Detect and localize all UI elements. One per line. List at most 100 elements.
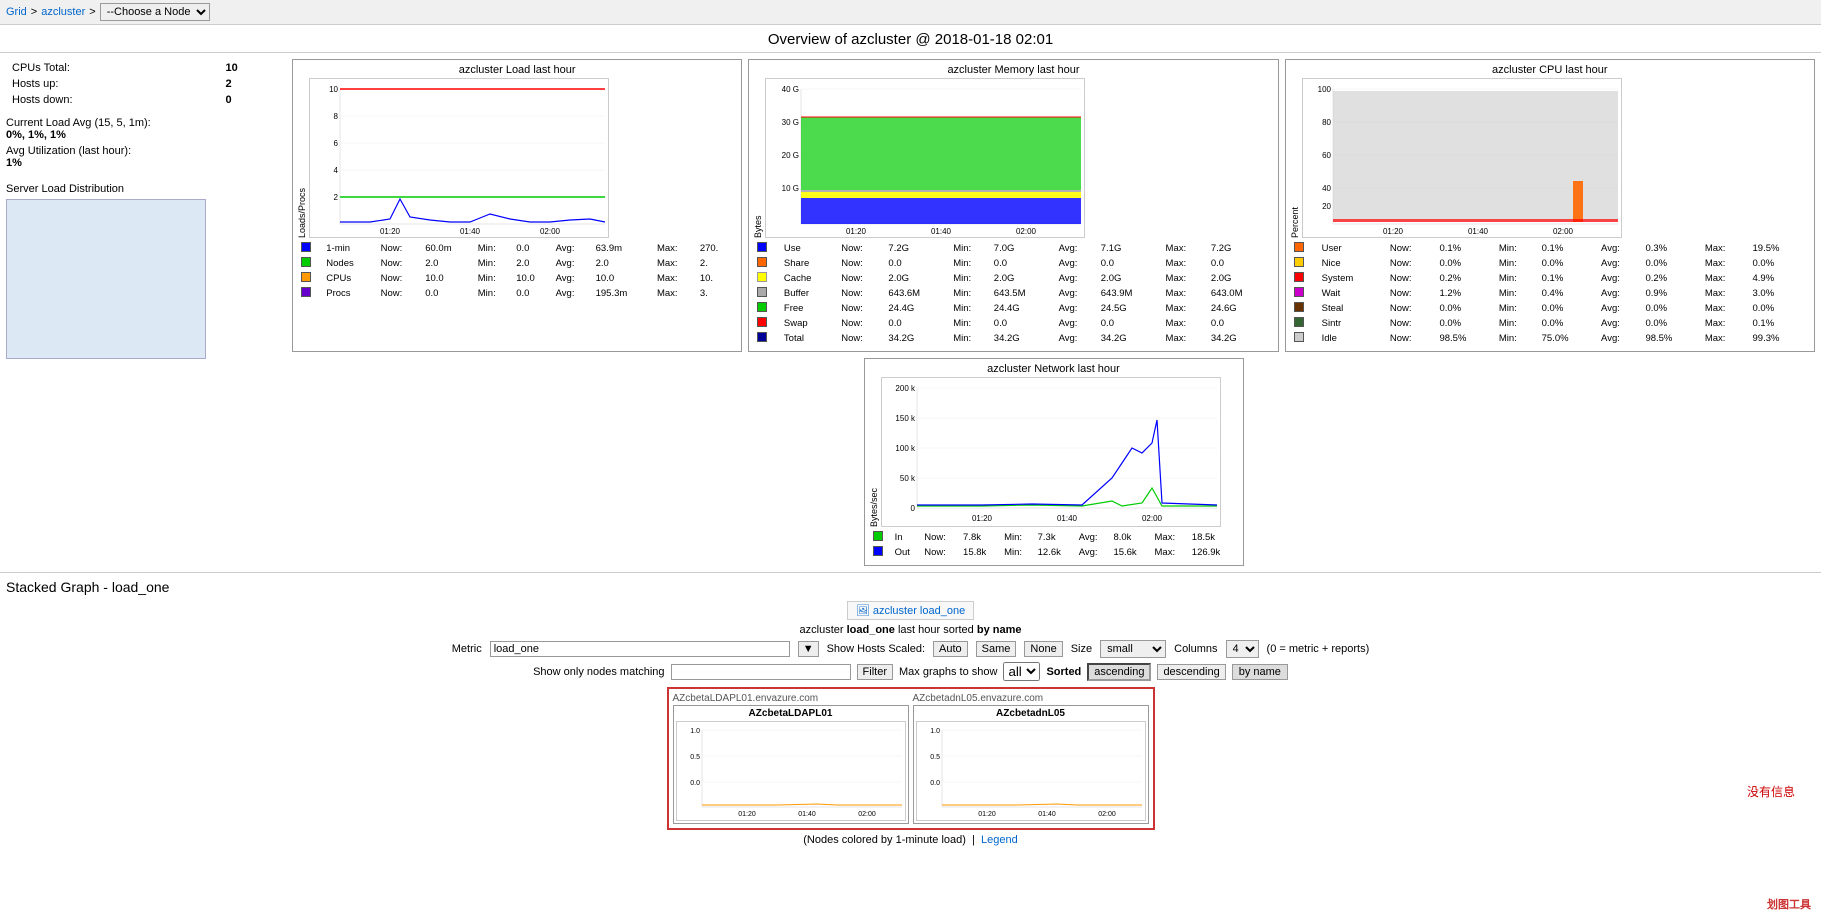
scale-same-btn[interactable]: Same [976,641,1017,657]
load-chart-content: Loads/Procs 10 8 6 [297,78,737,238]
avg-util-value: 1% [6,157,286,169]
load-section: Current Load Avg (15, 5, 1m): 0%, 1%, 1%… [6,117,286,169]
svg-text:0.5: 0.5 [930,754,940,761]
svg-text:01:20: 01:20 [971,514,992,523]
stacked-img-row: 🖼 azcluster load_one [6,601,1815,620]
svg-text:01:40: 01:40 [460,227,481,236]
scale-auto-btn[interactable]: Auto [933,641,968,657]
node-graph-item-1: AZcbetaLDAPL01.envazure.com AZcbetaLDAPL… [673,693,909,824]
charts-row-top: azcluster Load last hour Loads/Procs [292,59,1815,352]
node-2-host-label: AZcbetadnL05.envazure.com [913,693,1149,704]
filter-input[interactable] [671,664,851,680]
show-hosts-label: Show Hosts Scaled: [827,643,925,655]
nav-separator: > [31,6,37,18]
nav-grid-link[interactable]: Grid [6,6,27,18]
svg-text:01:20: 01:20 [738,811,756,818]
svg-text:02:00: 02:00 [540,227,561,236]
network-chart-title: azcluster Network last hour [869,363,1239,375]
hosts-up-row: Hosts up: 2 [8,77,284,91]
memory-y-label: Bytes [753,78,763,238]
svg-text:02:00: 02:00 [1553,227,1574,236]
memory-chart-box: azcluster Memory last hour Bytes 40 G 30… [748,59,1278,352]
left-panel: CPUs Total: 10 Hosts up: 2 Hosts down: 0… [6,59,286,566]
columns-label: Columns [1174,643,1217,655]
svg-text:20 G: 20 G [782,151,799,160]
load-chart-title: azcluster Load last hour [297,64,737,76]
svg-text:60: 60 [1322,151,1331,160]
load-chart-box: azcluster Load last hour Loads/Procs [292,59,742,352]
memory-legend: UseNow:7.2GMin:7.0GAvg:7.1GMax:7.2G Shar… [753,240,1273,347]
max-graphs-select[interactable]: all102050 [1003,662,1040,681]
network-chart-box: azcluster Network last hour Bytes/sec 20… [864,358,1244,566]
size-select[interactable]: smallmediumlarge [1100,640,1166,658]
columns-select[interactable]: 43210 [1226,640,1259,658]
by-name-btn[interactable]: by name [1232,664,1288,680]
avg-util-label: Avg Utilization (last hour): [6,145,286,157]
network-legend: InNow:7.8kMin:7.3kAvg:8.0kMax:18.5k OutN… [869,529,1239,561]
svg-text:02:00: 02:00 [1141,514,1162,523]
stacked-title: Stacked Graph - load_one [6,579,1815,595]
svg-text:02:00: 02:00 [858,811,876,818]
legend-link[interactable]: Legend [981,834,1018,846]
network-chart-svg: 200 k 150 k 100 k 50 k 0 01:20 01:40 02:… [881,377,1221,527]
svg-text:01:40: 01:40 [1038,811,1056,818]
svg-text:1.0: 1.0 [930,728,940,735]
hosts-up-value: 2 [222,77,285,91]
no-info-text: 没有信息 [1747,783,1795,800]
descending-btn[interactable]: descending [1157,664,1225,680]
svg-text:0.5: 0.5 [690,754,700,761]
hosts-down-row: Hosts down: 0 [8,93,284,107]
scale-none-btn[interactable]: None [1024,641,1062,657]
cluster-info-table: CPUs Total: 10 Hosts up: 2 Hosts down: 0 [6,59,286,109]
bottom-section: Stacked Graph - load_one 🖼 azcluster loa… [0,572,1821,852]
cpu-chart-content: Percent 100 80 60 40 20 [1290,78,1810,238]
subtitle-post: last hour sorted by name [898,624,1022,636]
charts-area: azcluster Load last hour Loads/Procs [292,59,1815,566]
network-y-label: Bytes/sec [869,377,879,527]
main-layout: CPUs Total: 10 Hosts up: 2 Hosts down: 0… [0,53,1821,572]
memory-chart-svg: 40 G 30 G 20 G 10 G 01:20 01:40 02:00 [765,78,1085,238]
subtitle-metric: load_one [847,624,895,636]
svg-text:8: 8 [334,112,339,121]
svg-text:30 G: 30 G [782,118,799,127]
stacked-img-link[interactable]: 🖼 azcluster load_one [847,601,974,620]
svg-text:0.0: 0.0 [690,780,700,787]
svg-text:01:40: 01:40 [1468,227,1489,236]
memory-chart-content: Bytes 40 G 30 G 20 G 10 G [753,78,1273,238]
svg-text:50 k: 50 k [899,474,915,483]
nav-separator2: > [89,6,95,18]
filter-button[interactable]: Filter [857,664,893,680]
metric-input[interactable] [490,641,790,657]
svg-text:01:20: 01:20 [1383,227,1404,236]
node-1-graph-box: AZcbetaLDAPL01 1.0 0.5 0.0 01:20 01:40 [673,705,909,824]
stacked-img-label: azcluster load_one [873,605,965,617]
cluster-info: CPUs Total: 10 Hosts up: 2 Hosts down: 0 [6,59,286,109]
server-load-map [6,199,206,359]
cpus-total-value: 10 [222,61,285,75]
svg-text:6: 6 [334,139,339,148]
metric-dropdown-icon[interactable]: ▼ [798,641,819,657]
load-legend: 1-minNow:60.0mMin:0.0Avg:63.9mMax:270. N… [297,240,737,302]
stacked-img-icon: 🖼 [856,605,870,617]
node-1-title: AZcbetaLDAPL01 [676,708,906,719]
ascending-btn[interactable]: ascending [1087,663,1151,681]
node-select[interactable]: --Choose a Node [100,3,210,21]
hosts-down-value: 0 [222,93,285,107]
svg-text:01:20: 01:20 [380,227,401,236]
cpu-chart-svg: 100 80 60 40 20 01:20 01:40 02:00 [1302,78,1622,238]
svg-text:0: 0 [910,504,915,513]
node-graphs-border: AZcbetaLDAPL01.envazure.com AZcbetaLDAPL… [667,687,1155,830]
cpu-legend: UserNow:0.1%Min:0.1%Avg:0.3%Max:19.5% Ni… [1290,240,1810,347]
page-title: Overview of azcluster @ 2018-01-18 02:01 [0,25,1821,53]
svg-text:100: 100 [1317,85,1331,94]
nav-cluster-link[interactable]: azcluster [41,6,85,18]
svg-text:01:40: 01:40 [798,811,816,818]
footer-text: (Nodes colored by 1-minute load) [803,834,966,846]
cpus-total-label: CPUs Total: [8,61,220,75]
node-graphs-container: AZcbetaLDAPL01.envazure.com AZcbetaLDAPL… [6,687,1815,830]
metric-label: Metric [452,643,482,655]
hosts-up-label: Hosts up: [8,77,220,91]
node-1-host-label: AZcbetaLDAPL01.envazure.com [673,693,909,704]
svg-text:80: 80 [1322,118,1331,127]
svg-text:150 k: 150 k [895,414,916,423]
